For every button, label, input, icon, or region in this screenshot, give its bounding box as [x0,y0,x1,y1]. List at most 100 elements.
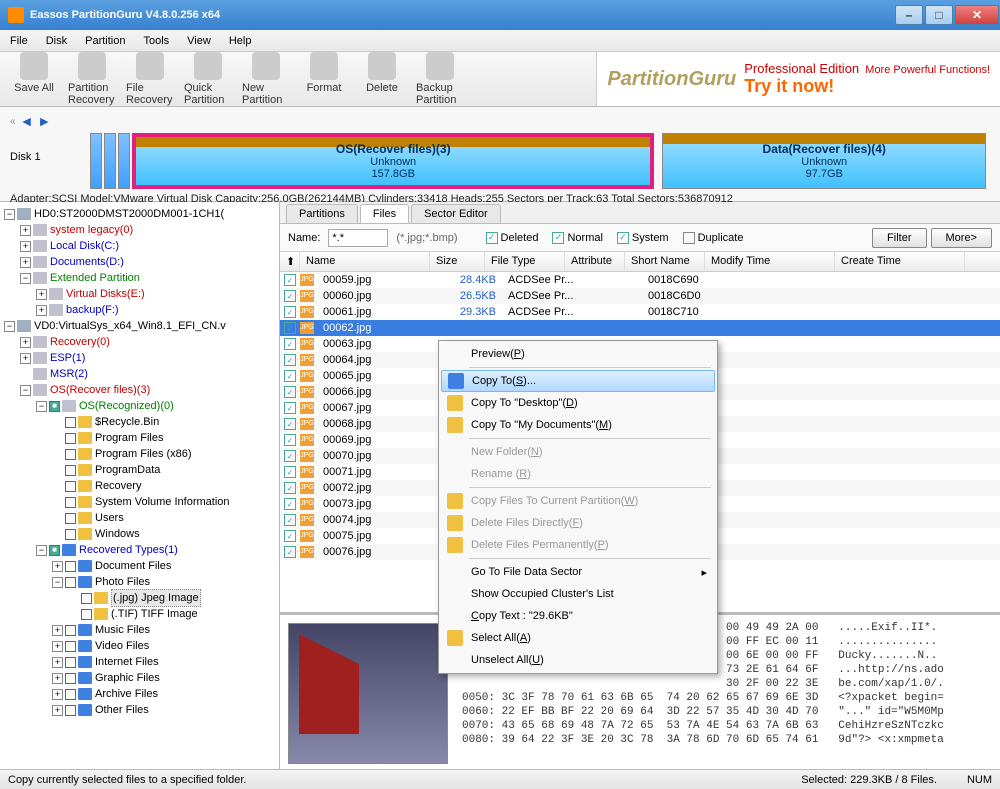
tree-checkbox[interactable] [65,689,76,700]
menu-view[interactable]: View [187,35,211,47]
tree-toggle-icon[interactable]: + [20,241,31,252]
tree-node[interactable]: +Virtual Disks(E:) [4,286,275,302]
tree-node[interactable]: +Document Files [4,558,275,574]
tree-toggle-icon[interactable]: + [52,625,63,636]
tree-toggle-icon[interactable]: − [36,545,47,556]
partition-stub[interactable] [104,133,116,189]
file-checkbox[interactable]: ✓ [284,322,296,334]
tree-checkbox[interactable] [65,529,76,540]
file-row[interactable]: ✓JPG00060.jpg26.5KBACDSee Pr...0018C6D0 [280,288,1000,304]
tree-node[interactable]: Program Files (x86) [4,446,275,462]
context-menu-item[interactable]: Preview(P) [441,343,715,365]
tree-node[interactable]: +Graphic Files [4,670,275,686]
tree-node[interactable]: +system legacy(0) [4,222,275,238]
file-row[interactable]: ✓JPG00062.jpg [280,320,1000,336]
banner[interactable]: PartitionGuru Professional Edition More … [596,52,1000,106]
partition-stub[interactable] [90,133,102,189]
tree-toggle-icon[interactable]: + [52,673,63,684]
tree-checkbox[interactable] [65,513,76,524]
file-checkbox[interactable]: ✓ [284,450,296,462]
partition-stub[interactable] [118,133,130,189]
toolbar-file-recovery[interactable]: File Recovery [126,52,174,106]
menu-tools[interactable]: Tools [143,35,169,47]
file-checkbox[interactable]: ✓ [284,354,296,366]
next-disk-icon[interactable]: ► [37,113,51,129]
close-button[interactable]: ✕ [955,5,999,25]
tree-toggle-icon[interactable]: − [4,321,15,332]
tree-node[interactable]: +backup(F:) [4,302,275,318]
tree-node[interactable]: −VD0:VirtualSys_x64_Win8.1_EFI_CN.v [4,318,275,334]
context-menu-item[interactable]: Show Occupied Cluster's List [441,583,715,605]
tree-toggle-icon[interactable]: − [20,273,31,284]
context-menu-item[interactable]: Select All(A) [441,627,715,649]
context-menu-item[interactable]: Unselect All(U) [441,649,715,671]
tree-checkbox[interactable] [65,417,76,428]
column-header[interactable]: Size [430,252,485,271]
tree-node[interactable]: +Internet Files [4,654,275,670]
check-deleted[interactable]: ✓Deleted [486,232,539,244]
minimize-button[interactable]: – [895,5,923,25]
file-checkbox[interactable]: ✓ [284,434,296,446]
file-checkbox[interactable]: ✓ [284,338,296,350]
tree-toggle-icon[interactable]: + [36,305,47,316]
file-checkbox[interactable]: ✓ [284,418,296,430]
tree-node[interactable]: (.TIF) TIFF Image [4,606,275,622]
tree-checkbox[interactable] [81,609,92,620]
tree-node[interactable]: +Documents(D:) [4,254,275,270]
tree-checkbox[interactable] [65,705,76,716]
tree-checkbox[interactable] [65,673,76,684]
tree-node[interactable]: $Recycle.Bin [4,414,275,430]
file-row[interactable]: ✓JPG00059.jpg28.4KBACDSee Pr...0018C690 [280,272,1000,288]
tree-toggle-icon[interactable]: + [20,257,31,268]
menu-partition[interactable]: Partition [85,35,125,47]
tab-sector-editor[interactable]: Sector Editor [411,204,501,223]
tree-node[interactable]: +Archive Files [4,686,275,702]
tree-node[interactable]: MSR(2) [4,366,275,382]
tab-partitions[interactable]: Partitions [286,204,358,223]
tree-toggle-icon[interactable]: + [52,641,63,652]
file-checkbox[interactable]: ✓ [284,290,296,302]
tree-node[interactable]: −OS(Recover files)(3) [4,382,275,398]
file-checkbox[interactable]: ✓ [284,514,296,526]
file-checkbox[interactable]: ✓ [284,546,296,558]
context-menu-item[interactable]: Copy To(S)... [441,370,715,392]
tree-checkbox[interactable] [65,497,76,508]
tree-node[interactable]: +Recovery(0) [4,334,275,350]
tree-node[interactable]: (.jpg) Jpeg Image [4,590,275,606]
tree-toggle-icon[interactable]: + [52,657,63,668]
tree-toggle-icon[interactable]: − [36,401,47,412]
more-button[interactable]: More> [931,228,993,248]
tree-checkbox[interactable] [65,481,76,492]
tree-toggle-icon[interactable]: + [20,353,31,364]
column-header[interactable]: File Type [485,252,565,271]
tree-toggle-icon[interactable]: − [4,209,15,220]
tree-checkbox[interactable] [65,449,76,460]
tree-toggle-icon[interactable]: + [20,337,31,348]
tree-node[interactable]: Program Files [4,430,275,446]
file-checkbox[interactable]: ✓ [284,482,296,494]
file-checkbox[interactable]: ✓ [284,370,296,382]
toolbar-backup-partition[interactable]: Backup Partition [416,52,464,106]
check-system[interactable]: ✓System [617,232,669,244]
tree-node[interactable]: −Photo Files [4,574,275,590]
tree-checkbox[interactable]: ■ [49,401,60,412]
context-menu-item[interactable]: Copy Text : "29.6KB" [441,605,715,627]
context-menu-item[interactable]: Go To File Data Sector▸ [441,561,715,583]
menu-file[interactable]: File [10,35,28,47]
tree-checkbox[interactable] [65,433,76,444]
column-header[interactable]: Modify Time [705,252,835,271]
tree-toggle-icon[interactable]: − [20,385,31,396]
toolbar-partition-recovery[interactable]: Partition Recovery [68,52,116,106]
tree-checkbox[interactable]: ■ [49,545,60,556]
column-header[interactable]: Name [300,252,430,271]
tree-toggle-icon[interactable]: + [52,689,63,700]
tree-node[interactable]: +ESP(1) [4,350,275,366]
toolbar-format[interactable]: Format [300,52,348,106]
toolbar-quick-partition[interactable]: Quick Partition [184,52,232,106]
partition-block[interactable]: Data(Recover files)(4)Unknown97.7GB [662,133,986,189]
tree-checkbox[interactable] [65,657,76,668]
column-header[interactable]: Attribute [565,252,625,271]
tree-checkbox[interactable] [65,577,76,588]
tree-node[interactable]: ProgramData [4,462,275,478]
prev-disk-icon[interactable]: ◄ [20,113,34,129]
